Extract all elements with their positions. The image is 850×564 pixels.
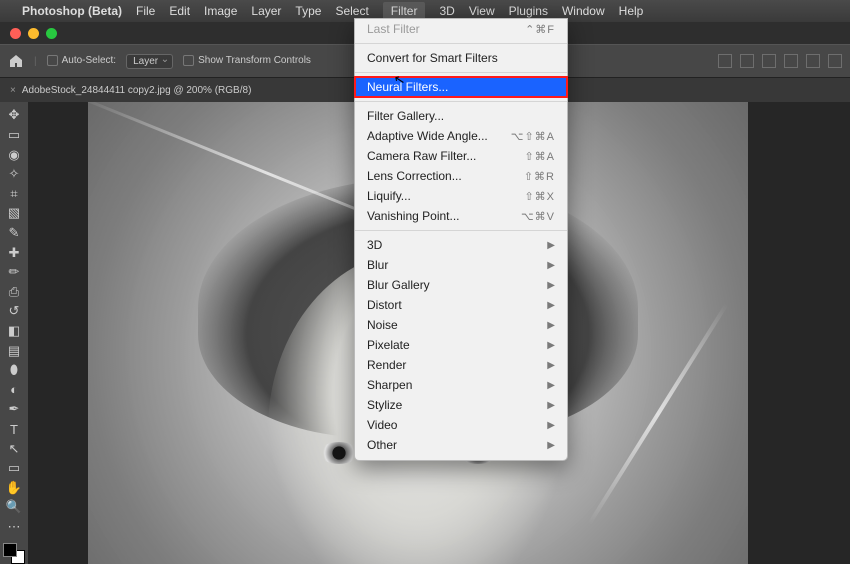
align-icon[interactable] bbox=[784, 54, 798, 68]
clone-stamp-tool[interactable]: ⎙ bbox=[3, 282, 25, 301]
menu-item-convert-smart-filters[interactable]: Convert for Smart Filters bbox=[355, 48, 567, 68]
document-tab[interactable]: × AdobeStock_24844411 copy2.jpg @ 200% (… bbox=[0, 85, 261, 96]
zoom-tool[interactable]: 🔍 bbox=[3, 498, 25, 517]
lasso-tool[interactable]: ◉ bbox=[3, 145, 25, 164]
minimize-window-button[interactable] bbox=[28, 28, 39, 39]
align-icon[interactable] bbox=[806, 54, 820, 68]
menu-item-last-filter: Last Filter⌃⌘F bbox=[355, 19, 567, 39]
history-brush-tool[interactable]: ↺ bbox=[3, 302, 25, 321]
pen-tool[interactable]: ✒ bbox=[3, 400, 25, 419]
menu-item-blur[interactable]: Blur▶ bbox=[355, 255, 567, 275]
align-icons bbox=[718, 54, 842, 68]
align-icon[interactable] bbox=[762, 54, 776, 68]
menu-item-blur-gallery[interactable]: Blur Gallery▶ bbox=[355, 275, 567, 295]
crop-tool[interactable]: ⌗ bbox=[3, 184, 25, 203]
zoom-window-button[interactable] bbox=[46, 28, 57, 39]
magic-wand-tool[interactable]: ✧ bbox=[3, 165, 25, 184]
menu-select[interactable]: Select bbox=[335, 4, 368, 18]
auto-select-target-select[interactable]: Layer bbox=[126, 54, 173, 69]
menu-item-camera-raw-filter[interactable]: Camera Raw Filter...⇧⌘A bbox=[355, 146, 567, 166]
menu-item-liquify[interactable]: Liquify...⇧⌘X bbox=[355, 186, 567, 206]
menu-item-video[interactable]: Video▶ bbox=[355, 415, 567, 435]
menu-3d[interactable]: 3D bbox=[439, 4, 454, 18]
menu-item-lens-correction[interactable]: Lens Correction...⇧⌘R bbox=[355, 166, 567, 186]
app-menu[interactable]: Photoshop (Beta) bbox=[22, 4, 122, 18]
type-tool[interactable]: T bbox=[3, 420, 25, 439]
menu-help[interactable]: Help bbox=[619, 4, 644, 18]
align-icon[interactable] bbox=[740, 54, 754, 68]
filter-menu-dropdown: Last Filter⌃⌘F Convert for Smart Filters… bbox=[354, 18, 568, 461]
menu-item-other[interactable]: Other▶ bbox=[355, 435, 567, 455]
path-select-tool[interactable]: ↖ bbox=[3, 439, 25, 458]
menu-item-vanishing-point[interactable]: Vanishing Point...⌥⌘V bbox=[355, 206, 567, 226]
close-window-button[interactable] bbox=[10, 28, 21, 39]
menu-image[interactable]: Image bbox=[204, 4, 237, 18]
menu-item-render[interactable]: Render▶ bbox=[355, 355, 567, 375]
healing-brush-tool[interactable]: ✚ bbox=[3, 243, 25, 262]
menu-edit[interactable]: Edit bbox=[169, 4, 190, 18]
traffic-lights bbox=[0, 22, 57, 44]
eraser-tool[interactable]: ◧ bbox=[3, 322, 25, 341]
gradient-tool[interactable]: ▤ bbox=[3, 341, 25, 360]
menu-item-filter-gallery[interactable]: Filter Gallery... bbox=[355, 106, 567, 126]
menu-item-neural-filters[interactable]: Neural Filters... bbox=[355, 77, 567, 97]
document-tab-label: AdobeStock_24844411 copy2.jpg @ 200% (RG… bbox=[22, 85, 252, 96]
edit-toolbar[interactable]: ⋯ bbox=[3, 518, 25, 537]
menu-view[interactable]: View bbox=[469, 4, 495, 18]
menu-item-distort[interactable]: Distort▶ bbox=[355, 295, 567, 315]
dodge-tool[interactable]: ◐ bbox=[3, 381, 25, 400]
shape-tool[interactable]: ▭ bbox=[3, 459, 25, 478]
align-icon[interactable] bbox=[828, 54, 842, 68]
menu-item-3d[interactable]: 3D▶ bbox=[355, 235, 567, 255]
eyedropper-tool[interactable]: ✎ bbox=[3, 224, 25, 243]
menu-item-stylize[interactable]: Stylize▶ bbox=[355, 395, 567, 415]
frame-tool[interactable]: ▧ bbox=[3, 204, 25, 223]
color-swatches[interactable] bbox=[3, 543, 25, 563]
show-transform-controls-checkbox[interactable]: Show Transform Controls bbox=[183, 55, 311, 66]
tools-panel: ✥▭◉✧⌗▧✎✚✏⎙↺◧▤⬮◐✒T↖▭✋🔍⋯ bbox=[0, 102, 28, 564]
menu-file[interactable]: File bbox=[136, 4, 155, 18]
auto-select-checkbox[interactable]: Auto-Select: bbox=[47, 55, 116, 66]
menu-item-adaptive-wide-angle[interactable]: Adaptive Wide Angle...⌥⇧⌘A bbox=[355, 126, 567, 146]
menu-item-noise[interactable]: Noise▶ bbox=[355, 315, 567, 335]
close-tab-icon[interactable]: × bbox=[10, 85, 16, 96]
align-icon[interactable] bbox=[718, 54, 732, 68]
home-icon[interactable] bbox=[8, 53, 24, 69]
menu-item-sharpen[interactable]: Sharpen▶ bbox=[355, 375, 567, 395]
menu-window[interactable]: Window bbox=[562, 4, 605, 18]
move-tool[interactable]: ✥ bbox=[3, 106, 25, 125]
blur-tool[interactable]: ⬮ bbox=[3, 361, 25, 380]
brush-tool[interactable]: ✏ bbox=[3, 263, 25, 282]
menu-type[interactable]: Type bbox=[295, 4, 321, 18]
menu-layer[interactable]: Layer bbox=[251, 4, 281, 18]
hand-tool[interactable]: ✋ bbox=[3, 479, 25, 498]
marquee-tool[interactable]: ▭ bbox=[3, 126, 25, 145]
menu-item-pixelate[interactable]: Pixelate▶ bbox=[355, 335, 567, 355]
menu-plugins[interactable]: Plugins bbox=[509, 4, 548, 18]
